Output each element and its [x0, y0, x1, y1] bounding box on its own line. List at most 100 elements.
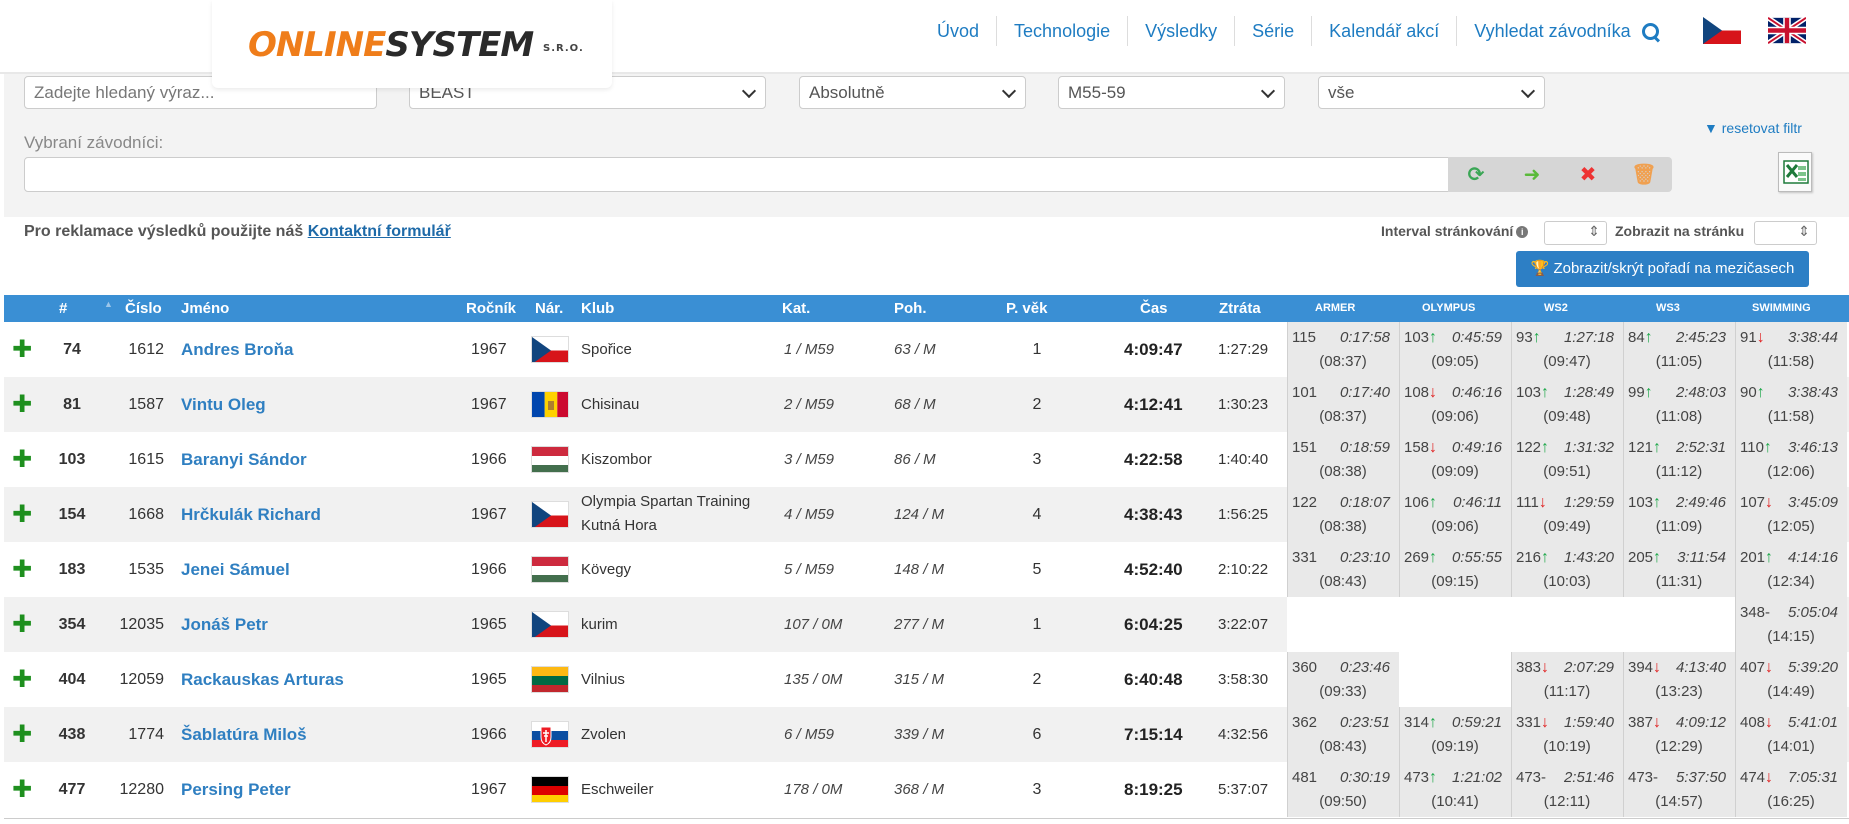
split-rank: 103↑ — [1516, 384, 1550, 401]
col-split-armer[interactable]: ARMER — [1315, 295, 1355, 322]
table-row[interactable]: ✚ 183 1535 Jenei Sámuel 1966 Kövegy 5 / … — [4, 542, 1849, 597]
col-number[interactable]: Číslo — [125, 295, 162, 322]
club: Zvolen — [581, 726, 627, 743]
expand-plus-icon[interactable]: ✚ — [12, 542, 32, 597]
excel-export-icon[interactable] — [1778, 152, 1812, 192]
col-club[interactable]: Klub — [581, 295, 614, 322]
split-pace: (08:43) — [1319, 573, 1367, 590]
arrow-up-icon: ↑ — [1532, 329, 1541, 346]
split-cell: 103↑ 0:45:59 (09:05) — [1399, 322, 1510, 377]
col-split-swimming[interactable]: SWIMMING — [1752, 295, 1811, 322]
racer-name-link[interactable]: Andres Broňa — [181, 322, 293, 377]
col-name[interactable]: Jméno — [181, 295, 229, 322]
club: Olympia Spartan Training Kutná Hora — [581, 493, 751, 534]
col-split-olympus[interactable]: OLYMPUS — [1422, 295, 1475, 322]
sort-icon[interactable]: ▲ — [104, 299, 113, 309]
table-row[interactable]: ✚ 404 12059 Rackauskas Arturas 1965 Viln… — [4, 652, 1849, 707]
split-pace: (08:37) — [1319, 408, 1367, 425]
split-cell: 473- 5:37:50 (14:57) — [1623, 762, 1734, 817]
col-year[interactable]: Ročník — [466, 295, 516, 322]
racer-name-link[interactable]: Jenei Sámuel — [181, 542, 290, 597]
selected-racers-input[interactable] — [24, 157, 1454, 192]
expand-plus-icon[interactable]: ✚ — [12, 597, 32, 652]
col-age-group[interactable]: P. věk — [1006, 295, 1047, 322]
split-time: 0:55:55 — [1451, 549, 1502, 566]
category-select[interactable]: M55-59 — [1058, 76, 1285, 109]
split-rank: 91↓ — [1740, 329, 1765, 346]
arrow-up-icon: ↑ — [1644, 384, 1653, 401]
split-time: 3:38:44 — [1787, 329, 1838, 346]
split-rank: 201↑ — [1740, 549, 1774, 566]
split-cell: 314↑ 0:59:21 (09:19) — [1399, 707, 1510, 762]
arrow-right-icon[interactable]: ➜ — [1504, 162, 1560, 187]
split-rank: 331 — [1292, 549, 1318, 566]
table-row[interactable]: ✚ 103 1615 Baranyi Sándor 1966 Kiszombor… — [4, 432, 1849, 487]
racer-name-link[interactable]: Rackauskas Arturas — [181, 652, 344, 707]
nav-find-racer[interactable]: Vyhledat závodníka — [1457, 16, 1638, 46]
expand-plus-icon[interactable]: ✚ — [12, 322, 32, 377]
split-cell: 362 0:23:51 (08:43) — [1287, 707, 1398, 762]
expand-plus-icon[interactable]: ✚ — [12, 432, 32, 487]
expand-plus-icon[interactable]: ✚ — [12, 487, 32, 542]
english-language-flag-icon[interactable] — [1768, 17, 1806, 44]
table-row[interactable]: ✚ 477 12280 Persing Peter 1967 Eschweile… — [4, 762, 1849, 817]
col-category[interactable]: Kat. — [782, 295, 810, 322]
racer-name-link[interactable]: Hrčkulák Richard — [181, 487, 321, 542]
club: Vilnius — [581, 671, 625, 688]
table-row[interactable]: ✚ 74 1612 Andres Broňa 1967 Spořice 1 / … — [4, 322, 1849, 377]
split-time: 7:05:31 — [1787, 769, 1838, 786]
racer-name-link[interactable]: Šablatúra Miloš — [181, 707, 307, 762]
toggle-splits-button[interactable]: 🏆 Zobrazit/skrýt pořadí na mezičasech — [1516, 251, 1809, 287]
club: Eschweiler — [581, 781, 654, 798]
per-page-spinner[interactable] — [1754, 221, 1817, 245]
contact-form-link[interactable]: Kontaktní formulář — [308, 223, 451, 240]
refresh-icon[interactable]: ⟳ — [1448, 162, 1504, 187]
expand-plus-icon[interactable]: ✚ — [12, 652, 32, 707]
racer-name-link[interactable]: Vintu Oleg — [181, 377, 266, 432]
col-time[interactable]: Čas — [1140, 295, 1168, 322]
finish-time: 4:09:47 — [1124, 340, 1183, 359]
nav-technology[interactable]: Technologie — [997, 16, 1129, 46]
expand-plus-icon[interactable]: ✚ — [12, 377, 32, 432]
interval-spinner[interactable] — [1544, 221, 1607, 245]
col-rank[interactable]: # — [59, 295, 67, 322]
table-row[interactable]: ✚ 81 1587 Vintu Oleg 1967 Chisinau 2 / M… — [4, 377, 1849, 432]
close-icon[interactable]: ✖ — [1560, 162, 1616, 187]
table-row[interactable]: ✚ 154 1668 Hrčkulák Richard 1967 Olympia… — [4, 487, 1849, 542]
split-cell: 151 0:18:59 (08:38) — [1287, 432, 1398, 487]
table-row[interactable]: ✚ 354 12035 Jonáš Petr 1965 kurim 107 / … — [4, 597, 1849, 652]
split-rank: 108↓ — [1404, 384, 1438, 401]
nav-results[interactable]: Výsledky — [1128, 16, 1236, 46]
col-nationality[interactable]: Nár. — [535, 295, 563, 322]
racer-name-link[interactable]: Persing Peter — [181, 762, 291, 817]
racer-name-link[interactable]: Jonáš Petr — [181, 597, 268, 652]
mode-select[interactable]: Absolutně — [799, 76, 1026, 109]
nav-series[interactable]: Série — [1235, 16, 1313, 46]
info-icon[interactable]: i — [1516, 226, 1529, 238]
trash-icon[interactable]: 🗑 — [1616, 162, 1672, 187]
split-time: 1:27:18 — [1563, 329, 1614, 346]
col-gender-position[interactable]: Poh. — [894, 295, 927, 322]
czech-language-flag-icon[interactable] — [1703, 17, 1741, 44]
expand-plus-icon[interactable]: ✚ — [12, 707, 32, 762]
expand-plus-icon[interactable]: ✚ — [12, 762, 32, 817]
age-group-position: 1 — [1032, 616, 1042, 633]
racer-name-link[interactable]: Baranyi Sándor — [181, 432, 307, 487]
bib-number: 12035 — [119, 616, 165, 633]
reset-filter-link[interactable]: ▼ resetovat filtr — [1704, 120, 1802, 136]
arrow-up-icon: ↑ — [1541, 439, 1550, 456]
search-icon[interactable] — [1639, 20, 1661, 42]
nav-home[interactable]: Úvod — [920, 16, 998, 46]
category-position: 135 / 0M — [784, 671, 843, 688]
split-cell: 481 0:30:19 (09:50) — [1287, 762, 1398, 817]
col-split-ws3[interactable]: WS3 — [1656, 295, 1680, 322]
logo-box[interactable]: ONLINESYSTEM S.R.O. — [212, 0, 612, 88]
col-split-ws2[interactable]: WS2 — [1544, 295, 1568, 322]
col-loss[interactable]: Ztráta — [1219, 295, 1261, 322]
arrow-down-icon: ↓ — [1765, 769, 1774, 786]
table-row[interactable]: ✚ 438 1774 Šablatúra Miloš 1966 Zvolen 6… — [4, 707, 1849, 762]
nav-calendar[interactable]: Kalendář akcí — [1312, 16, 1458, 46]
gender-select[interactable]: vše — [1318, 76, 1545, 109]
category-position: 3 / M59 — [784, 451, 835, 468]
split-cell-empty — [1623, 597, 1735, 652]
